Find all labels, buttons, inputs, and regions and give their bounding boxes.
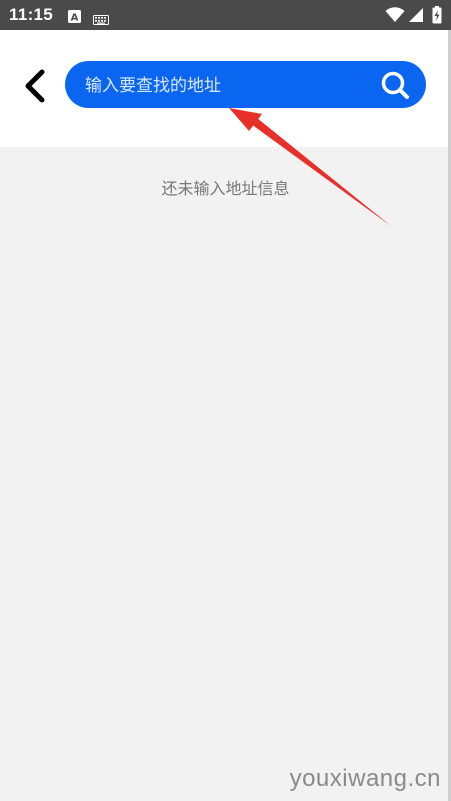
search-input[interactable] [83,61,377,110]
signal-icon [408,7,424,27]
chevron-left-icon [25,69,45,103]
keyboard-icon [93,10,109,29]
header [0,30,451,147]
empty-state-message: 还未输入地址信息 [161,179,290,198]
status-time: 11:15 [9,5,54,24]
a-notification-icon: A [68,8,81,27]
battery-charging-icon [432,6,442,28]
search-bar[interactable] [65,61,426,110]
svg-text:A: A [71,13,79,24]
search-icon[interactable] [380,70,410,100]
back-button[interactable] [14,66,54,106]
watermark: youxiwang.cn [289,765,441,792]
status-bar: 11:15 A [0,0,451,30]
wifi-icon [385,7,405,27]
